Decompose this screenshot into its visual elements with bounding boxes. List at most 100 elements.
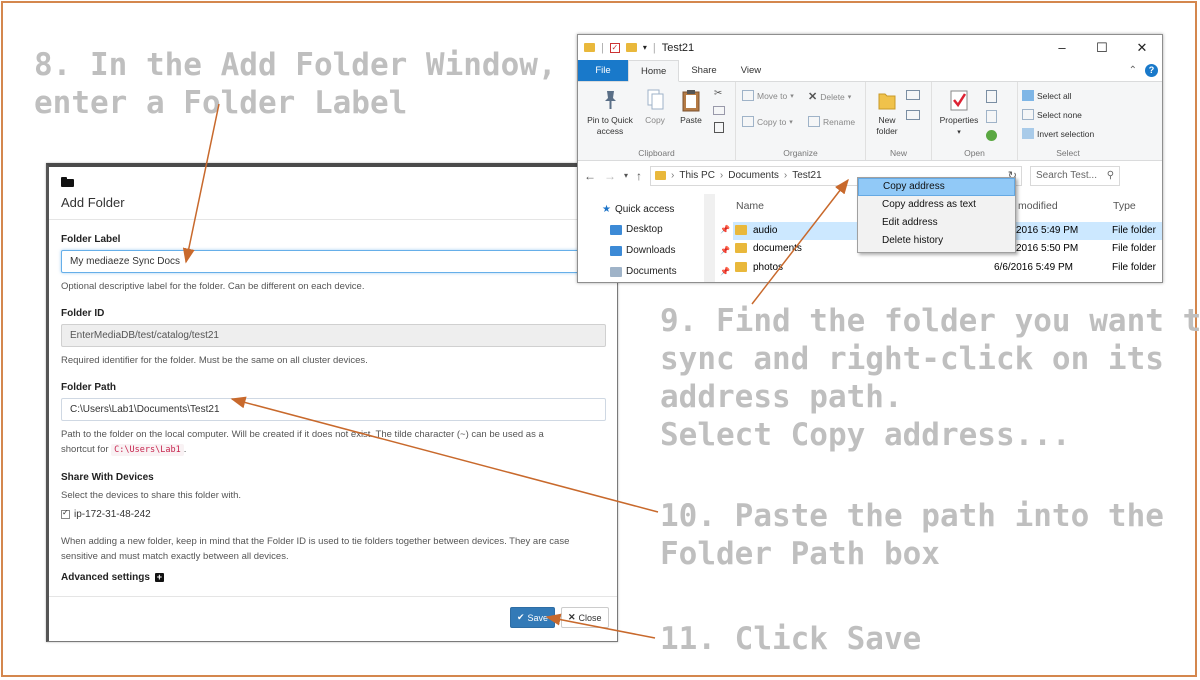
column-type[interactable]: Type [1113, 200, 1136, 212]
new-folder-button[interactable]: New folder [870, 88, 904, 137]
folder-path-input[interactable]: C:\Users\Lab1\Documents\Test21 [61, 398, 606, 421]
move-to-button[interactable]: Move to ▾ [742, 90, 794, 101]
pin-label-1: Pin to Quick [587, 115, 633, 125]
back-arrow-icon[interactable]: ← [584, 169, 596, 183]
select-group-label: Select [1056, 148, 1080, 158]
organize-group: Move to ▾ ✕ Delete ▾ Copy to ▾ Rename Organi… [736, 82, 866, 160]
select-all-button[interactable]: Select all [1022, 90, 1072, 101]
tab-view[interactable]: View [729, 60, 773, 81]
pin-icon: 📌 [720, 246, 730, 255]
pin-quick-access-button[interactable]: Pin to Quick access [584, 88, 636, 137]
organize-group-label: Organize [783, 148, 818, 158]
paste-button[interactable]: Paste [674, 88, 708, 126]
breadcrumb-test21[interactable]: Test21 [792, 170, 821, 181]
folder-icon [61, 177, 74, 187]
new-item-icon[interactable] [906, 90, 920, 100]
menu-copy-address[interactable]: Copy address [858, 178, 1015, 196]
file-date: 6/6/2016 5:49 PM [994, 262, 1073, 273]
save-label: Save [527, 612, 549, 623]
easy-access-icon[interactable] [906, 110, 920, 120]
copy-button[interactable]: Copy [640, 88, 670, 126]
advanced-settings-toggle[interactable]: Advanced settings + [61, 572, 605, 583]
folder-path-help-end: . [183, 444, 187, 455]
menu-delete-history[interactable]: Delete history [858, 232, 1015, 250]
close-label: Close [578, 612, 602, 623]
device-checkbox[interactable] [61, 508, 70, 519]
breadcrumb-this-pc[interactable]: This PC [679, 170, 715, 181]
properties-label: Properties [939, 115, 979, 125]
folder-path-help-text: Path to the folder on the local computer… [61, 429, 544, 440]
new-folder-qat-icon[interactable] [625, 43, 637, 52]
pin-icon [599, 88, 621, 112]
breadcrumb-documents[interactable]: Documents [728, 170, 779, 181]
folder-label-input[interactable]: My mediaeze Sync Docs [61, 250, 606, 273]
nav-desktop-label: Desktop [626, 224, 663, 235]
file-name: photos [753, 262, 784, 273]
properties-qat-icon[interactable]: ✓ [609, 42, 620, 53]
nav-scrollbar[interactable] [704, 194, 715, 282]
add-folder-dialog: Add Folder Folder Label My mediaeze Sync… [46, 163, 618, 642]
forward-arrow-icon[interactable]: → [604, 169, 616, 183]
open-icon[interactable] [986, 90, 997, 103]
menu-copy-address-as-text[interactable]: Copy address as text [858, 196, 1015, 214]
save-button[interactable]: ✔ Save [510, 607, 556, 628]
folder-id-note: When adding a new folder, keep in mind t… [61, 536, 570, 562]
tab-file[interactable]: File [578, 60, 628, 81]
advanced-settings-label: Advanced settings [61, 572, 150, 583]
rename-button[interactable]: Rename [808, 116, 855, 127]
close-button[interactable]: ✕ Close [561, 607, 609, 628]
ribbon-home: Pin to Quick access Copy Paste ✂ Clipboar… [578, 82, 1162, 161]
tab-home[interactable]: Home [628, 60, 680, 82]
rename-icon [808, 116, 820, 127]
file-date: 2016 5:50 PM [1016, 243, 1079, 254]
column-modified[interactable]: modified [1018, 200, 1058, 212]
window-title: Test21 [661, 41, 695, 54]
folder-label-help: Optional descriptive label for the folde… [61, 281, 365, 292]
dialog-header: Add Folder [49, 167, 617, 220]
address-context-menu: Copy address Copy address as text Edit a… [857, 177, 1016, 253]
folder-icon [735, 262, 747, 272]
copy-icon [644, 88, 666, 112]
copy-label: Copy [645, 115, 665, 125]
column-name[interactable]: Name [736, 200, 764, 212]
paste-shortcut-icon[interactable] [714, 122, 724, 133]
clipboard-group-label: Clipboard [638, 148, 675, 158]
maximize-icon[interactable]: ☐ [1082, 40, 1122, 56]
select-none-button[interactable]: Select none [1022, 109, 1082, 120]
close-window-icon[interactable]: ✕ [1122, 40, 1162, 56]
menu-edit-address[interactable]: Edit address [858, 214, 1015, 232]
desktop-icon [610, 224, 622, 235]
copy-path-icon[interactable] [713, 106, 725, 115]
new-folder-icon [876, 88, 898, 112]
search-box[interactable]: Search Test... ⚲ [1030, 165, 1121, 186]
documents-icon [610, 266, 622, 277]
recent-dropdown-icon[interactable]: ▾ [624, 171, 628, 180]
history-icon[interactable] [986, 130, 997, 141]
delete-icon: ✕ [808, 91, 818, 103]
share-devices-help: Select the devices to share this folder … [61, 490, 242, 501]
collapse-ribbon-icon[interactable]: ⌃ [1129, 65, 1137, 76]
folder-id-input[interactable]: EnterMediaDB/test/catalog/test21 [61, 324, 606, 347]
copy-to-button[interactable]: Copy to ▾ [742, 116, 793, 127]
minimize-icon[interactable]: – [1042, 40, 1082, 56]
navigation-pane: ★ Quick access Desktop 📌 Downloads 📌 Docume… [578, 192, 730, 282]
explorer-titlebar: | ✓ ▾ | Test21 – ☐ ✕ [578, 35, 1162, 60]
properties-button[interactable]: Properties ▾ [936, 88, 982, 138]
open-group: Properties ▾ Open [932, 82, 1018, 160]
device-checkbox-row[interactable]: ip-172-31-48-242 [61, 508, 605, 520]
folder-path-label: Folder Path [61, 382, 117, 393]
up-arrow-icon[interactable]: ↑ [636, 169, 642, 183]
invert-selection-button[interactable]: Invert selection [1022, 128, 1094, 139]
pin-icon: 📌 [720, 225, 730, 234]
pin-label-2: access [596, 126, 624, 136]
edit-icon[interactable] [986, 110, 997, 123]
file-row[interactable]: photos 6/6/2016 5:49 PM File folder [733, 259, 1162, 277]
cut-icon[interactable]: ✂ [714, 88, 722, 99]
help-icon[interactable]: ? [1145, 64, 1158, 77]
qat-dropdown-icon[interactable]: ▾ [643, 43, 647, 52]
tab-share[interactable]: Share [679, 60, 728, 81]
file-type: File folder [1112, 243, 1156, 254]
file-name: documents [753, 243, 802, 254]
delete-button[interactable]: ✕ Delete ▾ [808, 90, 851, 103]
nav-quick-access[interactable]: ★ Quick access [602, 204, 674, 215]
